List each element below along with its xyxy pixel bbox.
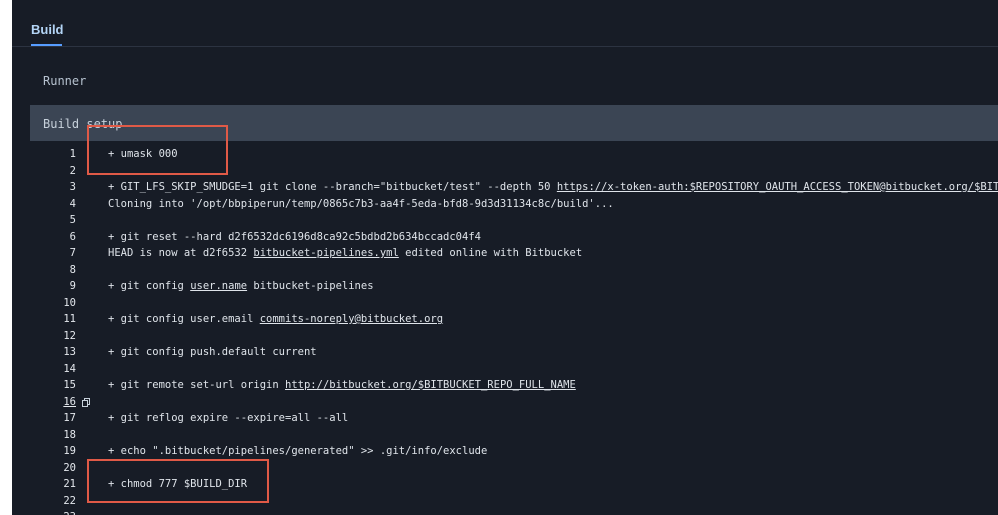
line-number[interactable]: 17	[12, 410, 76, 427]
log-link[interactable]: commits-noreply@bitbucket.org	[260, 313, 443, 325]
line-number[interactable]: 21	[12, 476, 76, 493]
log-line: 9 + git config user.name bitbucket-pipeli…	[12, 278, 998, 295]
log-line-text: + git config user.email commits-noreply@…	[108, 311, 443, 328]
log-link[interactable]: http://bitbucket.org/$BITBUCKET_REPO_FUL…	[285, 379, 576, 391]
line-number[interactable]: 13	[12, 344, 76, 361]
log-line-text: + git remote set-url origin http://bitbu…	[108, 377, 576, 394]
log-line: 15 + git remote set-url origin http://bit…	[12, 377, 998, 394]
line-number[interactable]: 18	[12, 427, 76, 444]
log-line: 5	[12, 212, 998, 229]
log-text-segment: HEAD is now at d2f6532	[108, 247, 254, 259]
runner-section[interactable]: Runner	[12, 60, 998, 100]
line-number[interactable]: 1	[12, 146, 76, 163]
log-line: 2	[12, 163, 998, 180]
log-text-segment: + GIT_LFS_SKIP_SMUDGE=1 git clone --bran…	[108, 181, 557, 193]
line-number[interactable]: 6	[12, 229, 76, 246]
line-number[interactable]: 16	[12, 394, 76, 411]
log-line: 16	[12, 394, 998, 411]
log-line: 11 + git config user.email commits-norepl…	[12, 311, 998, 328]
log-line-text: + git reflog expire --expire=all --all	[108, 412, 349, 424]
log-line: 8	[12, 262, 998, 279]
log-line: 10	[12, 295, 998, 312]
pipeline-build-panel: Build Runner Build setup 1 + umask 000 2 3 +…	[12, 0, 998, 515]
line-number[interactable]: 2	[12, 163, 76, 180]
line-number[interactable]: 7	[12, 245, 76, 262]
line-number[interactable]: 23	[12, 509, 76, 515]
log-line-text: Cloning into '/opt/bbpiperun/temp/0865c7…	[108, 197, 614, 210]
log-text-segment: + git config	[108, 280, 191, 292]
log-line: 20	[12, 460, 998, 477]
build-setup-header[interactable]: Build setup	[30, 105, 998, 141]
line-number[interactable]: 3	[12, 179, 76, 196]
log-line-text: + chmod 777 $BUILD_DIR	[108, 478, 248, 490]
line-number[interactable]: 10	[12, 295, 76, 312]
log-link[interactable]: user.name	[190, 280, 247, 292]
line-number[interactable]: 20	[12, 460, 76, 477]
build-setup-label: Build setup	[43, 117, 123, 131]
line-number[interactable]: 22	[12, 493, 76, 510]
copy-link-icon[interactable]	[82, 397, 90, 407]
log-text-segment: bitbucket-pipelines	[247, 280, 374, 292]
log-line: 1 + umask 000	[12, 146, 998, 163]
line-number[interactable]: 12	[12, 328, 76, 345]
line-number[interactable]: 4	[12, 196, 76, 213]
line-number[interactable]: 9	[12, 278, 76, 295]
log-line: 12	[12, 328, 998, 345]
log-line-text: + GIT_LFS_SKIP_SMUDGE=1 git clone --bran…	[108, 179, 998, 196]
log-line: 22	[12, 493, 998, 510]
log-line: 17 + git reflog expire --expire=all --all	[12, 410, 998, 427]
log-text-segment: edited online with Bitbucket	[398, 247, 583, 259]
log-line: 23	[12, 509, 998, 515]
log-line: 6 + git reset --hard d2f6532dc6196d8ca92c…	[12, 229, 998, 246]
active-tab-indicator	[31, 44, 62, 46]
line-number[interactable]: 14	[12, 361, 76, 378]
line-number[interactable]: 15	[12, 377, 76, 394]
log-line: 18	[12, 427, 998, 444]
log-line-text: + git config push.default current	[108, 346, 317, 358]
log-line: 19 + echo ".bitbucket/pipelines/generated…	[12, 443, 998, 460]
log-link[interactable]: bitbucket-pipelines.yml	[253, 247, 398, 259]
log-link[interactable]: https://x-token-auth:$REPOSITORY_OAUTH_A…	[557, 181, 998, 193]
log-line: 4 Cloning into '/opt/bbpiperun/temp/0865c…	[12, 196, 998, 213]
log-line: 7 HEAD is now at d2f6532 bitbucket-pipeli…	[12, 245, 998, 262]
line-number[interactable]: 11	[12, 311, 76, 328]
line-number[interactable]: 8	[12, 262, 76, 279]
tab-bar: Build	[12, 0, 998, 47]
log-line: 13 + git config push.default current	[12, 344, 998, 361]
log-line: 21 + chmod 777 $BUILD_DIR	[12, 476, 998, 493]
runner-label: Runner	[43, 74, 87, 88]
log-line: 3 + GIT_LFS_SKIP_SMUDGE=1 git clone --bra…	[12, 179, 998, 196]
log-text-segment: + git config user.email	[108, 313, 260, 325]
log-line-text: + echo ".bitbucket/pipelines/generated" …	[108, 445, 488, 457]
log-line-text: + umask 000	[108, 148, 178, 160]
line-number[interactable]: 19	[12, 443, 76, 460]
tab-build[interactable]: Build	[31, 22, 64, 37]
line-number[interactable]: 5	[12, 212, 76, 229]
log-line: 14	[12, 361, 998, 378]
log-text-segment: + git remote set-url origin	[108, 379, 286, 391]
log-line-text: HEAD is now at d2f6532 bitbucket-pipelin…	[108, 245, 582, 262]
log-line-text: + git config user.name bitbucket-pipelin…	[108, 278, 374, 295]
log-line-text: + git reset --hard d2f6532dc6196d8ca92c5…	[108, 230, 481, 243]
